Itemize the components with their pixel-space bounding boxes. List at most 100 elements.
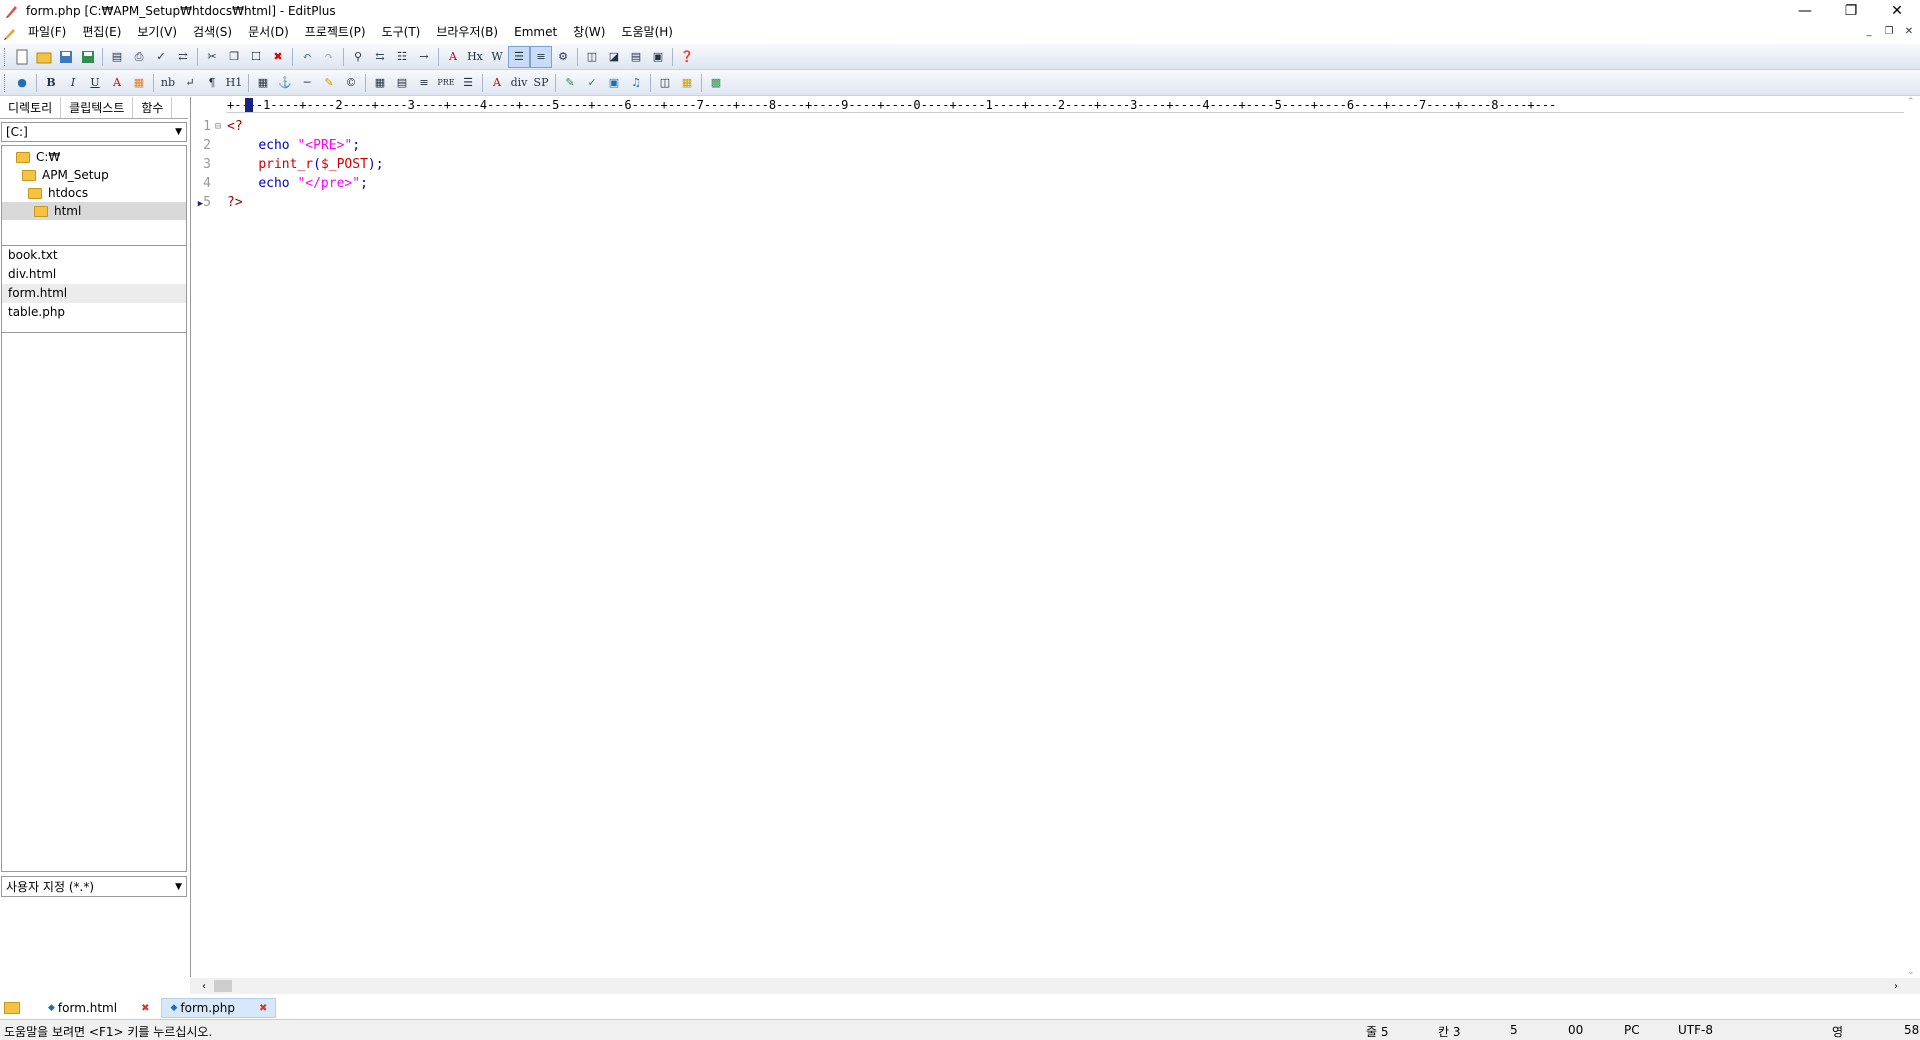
image-icon[interactable]: ▦ — [252, 72, 274, 94]
heading-icon[interactable]: H1 — [223, 72, 245, 94]
restore-button[interactable]: ❐ — [1828, 0, 1874, 22]
tree-item-htdocs[interactable]: htdocs — [2, 184, 186, 202]
copy-icon[interactable]: ❐ — [223, 46, 245, 68]
context-help-icon[interactable]: ❓ — [676, 46, 698, 68]
fold-minus-icon[interactable]: ⊟ — [215, 117, 227, 136]
word-wrap-icon[interactable]: W — [486, 46, 508, 68]
font-color-icon[interactable]: A — [106, 72, 128, 94]
doc-tab-form-php[interactable]: ◆ form.php ✖ — [161, 998, 277, 1018]
menu-project[interactable]: 프로젝트(P) — [297, 22, 374, 43]
cliptext-window-icon[interactable]: ◪ — [603, 46, 625, 68]
vertical-scrollbar[interactable]: ⌃ ⌄ — [1904, 97, 1920, 977]
italic-icon[interactable]: I — [62, 72, 84, 94]
status-eol-format[interactable]: PC — [1624, 1023, 1640, 1037]
pre-tag-icon[interactable]: PRE — [435, 72, 457, 94]
drive-select[interactable]: [C:] ▼ — [1, 122, 187, 142]
toolbar-grip[interactable] — [4, 73, 7, 92]
menu-emmet[interactable]: Emmet — [506, 22, 565, 43]
close-tab-icon[interactable]: ✖ — [259, 1003, 267, 1014]
save-all-icon[interactable] — [77, 46, 99, 68]
spellcheck-icon[interactable]: ✓ — [150, 46, 172, 68]
list-item[interactable]: form.html — [2, 284, 186, 303]
sound-icon[interactable]: ♫ — [625, 72, 647, 94]
line-number-toggle-icon[interactable]: ≡ — [530, 45, 552, 68]
toolbar-custom-icon[interactable]: ▦ — [676, 72, 698, 94]
undo-icon[interactable]: ↶ — [296, 46, 318, 68]
minimize-button[interactable]: — — [1782, 0, 1828, 22]
scroll-down-icon[interactable]: ⌄ — [1907, 967, 1915, 977]
paste-icon[interactable]: ☐ — [245, 46, 267, 68]
toolbar-grip[interactable] — [4, 47, 7, 66]
ftp-upload-icon[interactable]: ⇄ — [172, 46, 194, 68]
form-icon[interactable]: ▤ — [391, 72, 413, 94]
scroll-right-icon[interactable]: › — [1894, 981, 1898, 992]
div-tag-icon[interactable]: div — [508, 72, 530, 94]
font-icon[interactable]: A — [442, 46, 464, 68]
menu-window[interactable]: 창(W) — [565, 22, 613, 43]
document-pen-icon[interactable] — [0, 22, 20, 43]
horizontal-rule-icon[interactable]: ─ — [296, 72, 318, 94]
code-editor[interactable]: +----1----+----2----+----3----+----4----… — [190, 97, 1920, 977]
editplus-app-icon[interactable] — [4, 3, 20, 19]
scroll-left-icon[interactable]: ‹ — [202, 981, 206, 992]
ruler-toggle-icon[interactable]: ☰ — [508, 45, 530, 68]
find-in-files-icon[interactable]: ☷ — [391, 46, 413, 68]
list-icon[interactable]: ☰ — [457, 72, 479, 94]
new-file-icon[interactable] — [11, 46, 33, 68]
open-folder-icon[interactable] — [33, 46, 55, 68]
print-icon[interactable]: ⎙ — [128, 46, 150, 68]
menu-tools[interactable]: 도구(T) — [374, 22, 429, 43]
scroll-thumb[interactable] — [214, 980, 232, 992]
menu-document[interactable]: 문서(D) — [240, 22, 297, 43]
folder-icon[interactable] — [4, 1002, 20, 1014]
table-icon[interactable]: ▦ — [369, 72, 391, 94]
nbsp-icon[interactable]: nb — [157, 72, 179, 94]
tree-item-c-drive[interactable]: C:₩ — [2, 148, 186, 166]
delete-icon[interactable]: ✖ — [267, 46, 289, 68]
tree-item-html[interactable]: html — [2, 202, 186, 220]
status-encoding[interactable]: UTF-8 — [1678, 1023, 1713, 1037]
span-tag-icon[interactable]: SP — [530, 72, 552, 94]
line-break-icon[interactable]: ↵ — [179, 72, 201, 94]
tab-directory[interactable]: 디렉토리 — [0, 97, 62, 118]
bold-icon[interactable]: B — [40, 72, 62, 94]
doc-tab-form-html[interactable]: ◆ form.html ✖ — [40, 998, 157, 1018]
mdi-minimize-button[interactable]: _ — [1860, 26, 1878, 37]
media-icon[interactable]: ▣ — [603, 72, 625, 94]
print-preview-icon[interactable]: ▤ — [106, 46, 128, 68]
browser-globe-icon[interactable]: ● — [11, 72, 33, 94]
tab-functions[interactable]: 함수 — [133, 97, 173, 118]
color-palette-icon[interactable]: ▦ — [128, 72, 150, 94]
replace-icon[interactable]: ⇆ — [369, 46, 391, 68]
menu-help[interactable]: 도움말(H) — [613, 22, 681, 43]
validate-icon[interactable]: ✓ — [581, 72, 603, 94]
browser-window-icon[interactable]: ▣ — [647, 46, 669, 68]
scroll-up-icon[interactable]: ⌃ — [1907, 97, 1915, 107]
mdi-restore-button[interactable]: ❐ — [1880, 26, 1898, 37]
tab-cliptext[interactable]: 클립텍스트 — [61, 97, 134, 118]
directory-window-icon[interactable]: ◫ — [581, 46, 603, 68]
center-align-icon[interactable]: ≡ — [413, 72, 435, 94]
horizontal-scrollbar[interactable]: ‹ › — [190, 978, 1920, 994]
cut-icon[interactable]: ✂ — [201, 46, 223, 68]
anchor-icon[interactable]: ⚓ — [274, 72, 296, 94]
goto-line-icon[interactable]: → — [413, 46, 435, 68]
close-window-button[interactable]: ✕ — [1874, 0, 1920, 22]
list-item[interactable]: table.php — [2, 303, 186, 322]
css-editor-icon[interactable]: ✎ — [559, 72, 581, 94]
menu-browser[interactable]: 브라우저(B) — [428, 22, 506, 43]
font-tag-icon[interactable]: A — [486, 72, 508, 94]
underline-icon[interactable]: U — [84, 72, 106, 94]
menu-file[interactable]: 파일(F) — [20, 22, 74, 43]
color-picker-icon[interactable]: ▩ — [705, 72, 727, 94]
list-item[interactable]: div.html — [2, 265, 186, 284]
menu-search[interactable]: 검색(S) — [185, 22, 240, 43]
frame-icon[interactable]: ◫ — [654, 72, 676, 94]
output-window-icon[interactable]: ▤ — [625, 46, 647, 68]
hex-viewer-icon[interactable]: Hx — [464, 46, 486, 68]
redo-icon[interactable]: ↷ — [318, 46, 340, 68]
highlighter-icon[interactable]: ✎ — [318, 72, 340, 94]
comment-icon[interactable]: © — [340, 72, 362, 94]
menu-edit[interactable]: 편집(E) — [74, 22, 129, 43]
save-icon[interactable] — [55, 46, 77, 68]
